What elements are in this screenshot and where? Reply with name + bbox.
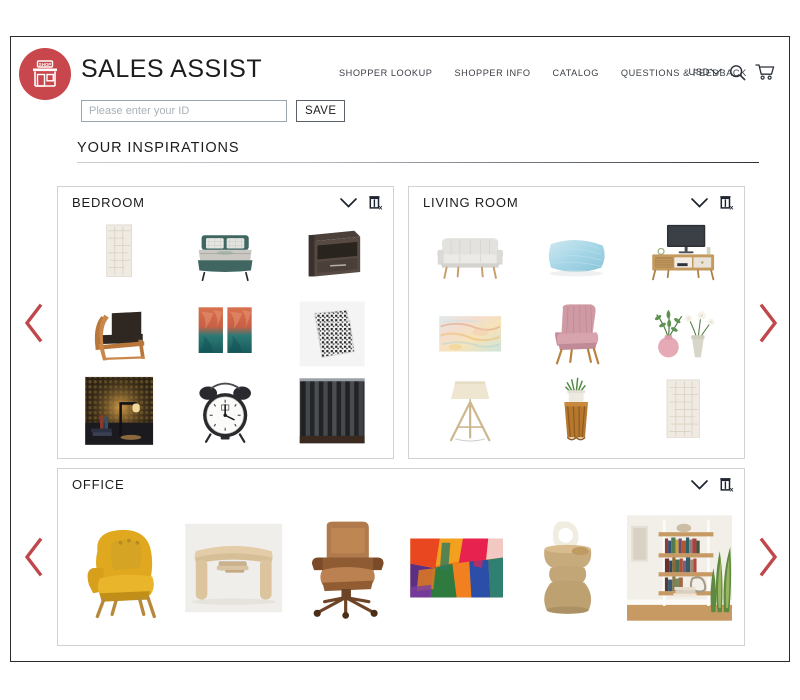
light-oak-writing-desk[interactable]: [181, 501, 287, 635]
colorful-abstract-painting[interactable]: [404, 501, 510, 635]
section-title: YOUR INSPIRATIONS: [77, 140, 240, 156]
light-grey-sofa[interactable]: [419, 219, 522, 293]
main-navigation: SHOPPER LOOKUP SHOPPER INFO CATALOG QUES…: [339, 68, 747, 78]
board-card-living-room: LIVING ROOM x: [408, 186, 745, 459]
chevron-down-icon: [710, 63, 722, 75]
textured-ivory-rug[interactable]: [631, 374, 734, 448]
search-icon[interactable]: [729, 64, 746, 81]
pastel-abstract-canvas[interactable]: [419, 296, 522, 371]
board-card-header: OFFICE x: [58, 469, 744, 499]
shop-storefront-icon[interactable]: SHOP: [19, 48, 71, 100]
inspirations-carousel-row-1: BEDROOM x LIVING ROOM x: [11, 180, 791, 465]
board-card-header: LIVING ROOM x: [409, 187, 744, 217]
board-tiles-office: [58, 499, 744, 645]
section-divider: [77, 162, 759, 163]
carousel-prev-button-row-1[interactable]: [11, 301, 57, 345]
shopper-id-form: SAVE: [81, 100, 346, 122]
carousel-next-button-row-2[interactable]: [745, 535, 791, 579]
board-tiles-bedroom: [58, 217, 393, 458]
board-actions: x: [690, 194, 735, 211]
board-title-office: OFFICE: [72, 476, 125, 492]
wood-stump-side-table[interactable]: [525, 374, 628, 448]
nav-item-shopper-lookup[interactable]: SHOPPER LOOKUP: [339, 68, 432, 78]
currency-selector[interactable]: USD: [688, 63, 722, 78]
header-tools: USD: [688, 63, 775, 81]
yellow-velvet-armchair[interactable]: [70, 501, 176, 635]
board-tiles-living-room: [409, 217, 744, 458]
app-header: SHOP SALES ASSIST SHOPPER LOOKUP SHOPPER…: [11, 37, 789, 100]
board-title-living-room: LIVING ROOM: [423, 194, 519, 210]
carousel-next-button-row-1[interactable]: [745, 301, 791, 345]
nav-item-catalog[interactable]: CATALOG: [553, 68, 599, 78]
chevron-down-icon[interactable]: [690, 196, 709, 209]
board-title-bedroom: BEDROOM: [72, 194, 145, 210]
board-card-header: BEDROOM x: [58, 187, 393, 217]
carousel-prev-button-row-2[interactable]: [11, 535, 57, 579]
upholstered-platform-bed[interactable]: [174, 219, 277, 293]
trash-delete-icon[interactable]: x: [367, 194, 384, 211]
app-window: SHOP SALES ASSIST SHOPPER LOOKUP SHOPPER…: [10, 36, 790, 662]
patterned-throw-pillow[interactable]: [280, 296, 383, 371]
currency-label: USD: [688, 66, 710, 78]
svg-text:x: x: [730, 487, 734, 493]
industrial-table-lamp[interactable]: [68, 374, 171, 448]
leather-wood-armchair[interactable]: [68, 296, 171, 371]
pink-velvet-accent-chair[interactable]: [525, 296, 628, 371]
board-cards-row-1: BEDROOM x LIVING ROOM x: [57, 180, 745, 465]
board-actions: x: [690, 476, 735, 493]
inspirations-section-header: YOUR INSPIRATIONS: [77, 140, 759, 163]
ceramic-vases-with-greenery[interactable]: [631, 296, 734, 371]
shopper-id-input[interactable]: [81, 100, 287, 122]
trash-delete-icon[interactable]: x: [718, 194, 735, 211]
pleated-blackout-curtains[interactable]: [280, 374, 383, 448]
abstract-diptych-wall-art[interactable]: [174, 296, 277, 371]
twin-bell-alarm-clock[interactable]: [174, 374, 277, 448]
stacked-ceramic-sculpture[interactable]: [515, 501, 621, 635]
nav-item-shopper-info[interactable]: SHOPPER INFO: [454, 68, 530, 78]
svg-text:SHOP: SHOP: [39, 62, 52, 67]
board-actions: x: [339, 194, 384, 211]
inspirations-carousel-row-2: OFFICE x: [11, 462, 791, 652]
brown-leather-office-chair[interactable]: [292, 501, 398, 635]
dark-wood-nightstand[interactable]: [280, 219, 383, 293]
chevron-down-icon[interactable]: [339, 196, 358, 209]
board-card-bedroom: BEDROOM x: [57, 186, 394, 459]
board-card-office: OFFICE x: [57, 468, 745, 646]
styled-bookshelf-photo[interactable]: [626, 501, 732, 635]
mid-century-tv-console[interactable]: [631, 219, 734, 293]
trash-delete-icon[interactable]: x: [718, 476, 735, 493]
page-title: SALES ASSIST: [81, 55, 263, 83]
svg-text:x: x: [379, 205, 383, 211]
shopping-cart-icon[interactable]: [755, 63, 775, 81]
save-button[interactable]: SAVE: [296, 100, 346, 122]
svg-text:x: x: [730, 205, 734, 211]
tripod-floor-lamp[interactable]: [419, 374, 522, 448]
board-cards-row-2: OFFICE x: [57, 462, 745, 652]
chevron-down-icon[interactable]: [690, 478, 709, 491]
woven-area-rug[interactable]: [68, 219, 171, 293]
blue-satin-cushion[interactable]: [525, 219, 628, 293]
